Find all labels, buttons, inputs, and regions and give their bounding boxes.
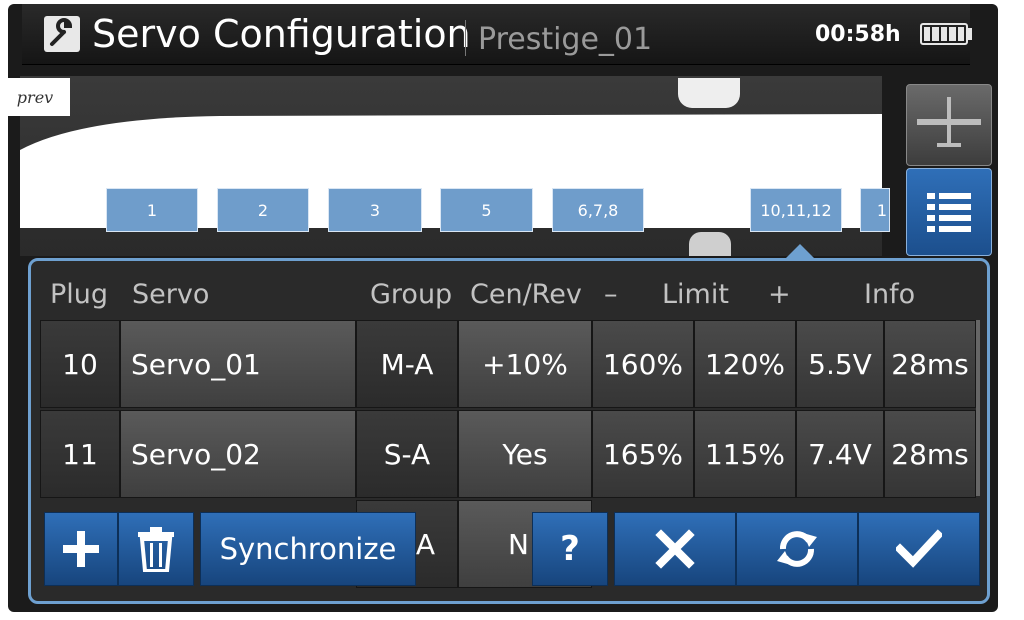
cell-group[interactable]: S-A: [356, 410, 458, 498]
cell-limit-plus[interactable]: 120%: [694, 320, 796, 408]
cell-voltage: 5.5V: [796, 320, 884, 408]
page-title: Servo Configuration: [92, 12, 471, 56]
cell-servo[interactable]: Servo_01: [120, 320, 356, 408]
close-icon: [655, 529, 695, 569]
header-plug: Plug: [50, 279, 109, 310]
plug-box[interactable]: 6,7,8: [552, 188, 644, 232]
cell-cen-rev[interactable]: +10%: [458, 320, 592, 408]
cell-plug: 10: [40, 320, 120, 408]
receiver-plug-top: [678, 78, 740, 108]
cell-voltage: 7.4V: [796, 410, 884, 498]
plug-box[interactable]: 5: [440, 188, 533, 232]
list-icon: [927, 193, 971, 232]
servo-diagram: 1 2 3 5 6,7,8 10,11,12 1: [20, 76, 890, 256]
prev-button[interactable]: prev: [0, 78, 70, 116]
receiver-plug-bottom: [689, 232, 731, 256]
cell-limit-minus[interactable]: 160%: [592, 320, 694, 408]
table-scrollbar[interactable]: [976, 320, 980, 496]
header-servo: Servo: [132, 279, 210, 310]
airplane-icon: [917, 97, 981, 147]
header-limit: Limit: [662, 279, 729, 310]
battery-tip: [968, 28, 972, 40]
cell-group[interactable]: M-A: [356, 320, 458, 408]
model-name: Prestige_01: [478, 22, 653, 57]
confirm-button[interactable]: [858, 512, 980, 586]
list-view-button[interactable]: [906, 168, 992, 256]
plus-icon: [63, 531, 99, 567]
trash-icon: [138, 527, 174, 572]
cancel-button[interactable]: [614, 512, 736, 586]
check-icon: [896, 529, 942, 568]
plug-box[interactable]: 1: [860, 188, 890, 232]
plug-box-selected[interactable]: 10,11,12: [750, 188, 842, 232]
header-limit-plus: +: [768, 279, 791, 310]
wrench-icon: [44, 16, 80, 52]
delete-button[interactable]: [118, 512, 194, 586]
plug-box[interactable]: 2: [217, 188, 309, 232]
cell-limit-plus[interactable]: 115%: [694, 410, 796, 498]
plug-box[interactable]: 1: [106, 188, 198, 232]
plug-box[interactable]: 3: [328, 188, 422, 232]
header-group: Group: [370, 279, 453, 310]
header-info: Info: [864, 279, 916, 310]
header-cen-rev: Cen/Rev: [470, 279, 582, 310]
cell-period: 28ms: [884, 320, 976, 408]
synchronize-button[interactable]: Synchronize: [200, 512, 416, 586]
battery-icon: [920, 23, 968, 45]
sync-button[interactable]: [736, 512, 858, 586]
synchronize-label: Synchronize: [219, 532, 397, 566]
cell-limit-minus[interactable]: 165%: [592, 410, 694, 498]
airplane-view-button[interactable]: [906, 84, 992, 166]
title-divider: [465, 20, 466, 56]
add-button[interactable]: [44, 512, 118, 586]
help-button[interactable]: ?: [532, 512, 608, 586]
timer: 00:58h: [815, 22, 901, 47]
cell-cen-rev[interactable]: Yes: [458, 410, 592, 498]
cell-servo[interactable]: Servo_02: [120, 410, 356, 498]
cell-plug: 11: [40, 410, 120, 498]
sync-icon: [777, 531, 817, 567]
cell-period: 28ms: [884, 410, 976, 498]
title-bar: Servo Configuration Prestige_01 00:58h: [22, 4, 972, 65]
header-limit-minus: –: [604, 279, 618, 310]
panel-pointer: [786, 244, 814, 258]
